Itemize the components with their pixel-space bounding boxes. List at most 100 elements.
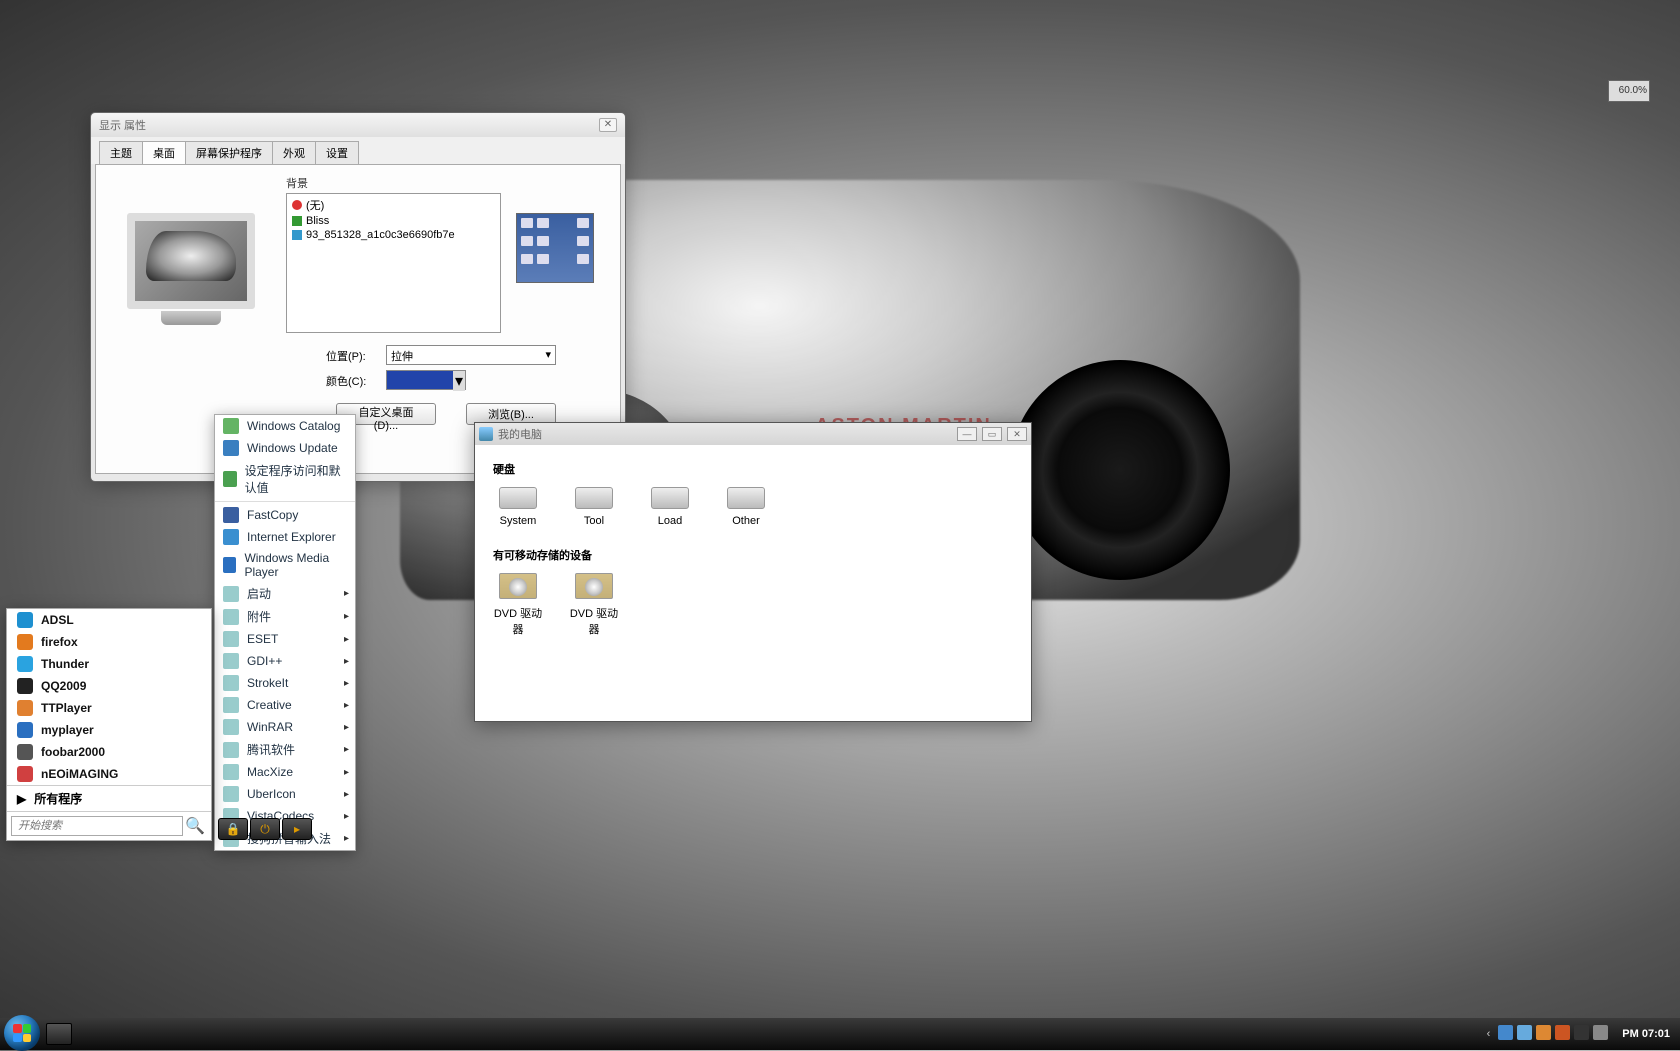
menu-Creative[interactable]: Creative <box>215 694 355 716</box>
folder-icon <box>223 471 237 487</box>
menu-UberIcon[interactable]: UberIcon <box>215 783 355 805</box>
dialog-title: 显示 属性 <box>99 117 146 133</box>
app-icon <box>17 744 33 760</box>
app-icon <box>17 634 33 650</box>
menu-Windows Catalog[interactable]: Windows Catalog <box>215 415 355 437</box>
folder-icon <box>223 631 239 647</box>
pinned-myplayer[interactable]: myplayer <box>7 719 211 741</box>
tray-icon-0[interactable] <box>1498 1025 1513 1040</box>
menu-附件[interactable]: 附件 <box>215 605 355 628</box>
tray-icon-3[interactable] <box>1555 1025 1570 1040</box>
color-label: 颜色(C): <box>326 373 366 389</box>
folder-icon <box>223 742 239 758</box>
folder-icon <box>223 507 239 523</box>
folder-icon <box>223 418 239 434</box>
dvd-drive-1[interactable]: DVD 驱动器 <box>493 573 543 637</box>
close-button[interactable]: ✕ <box>599 118 617 132</box>
quicklaunch-show-desktop[interactable] <box>46 1023 72 1045</box>
window-titlebar[interactable]: 我的电脑 — ▭ ✕ <box>475 423 1031 445</box>
app-icon <box>17 656 33 672</box>
start-search: 🔍 <box>7 811 211 840</box>
dvd-drive-2[interactable]: DVD 驱动器 <box>569 573 619 637</box>
tray-expand-icon[interactable]: ‹ <box>1487 1028 1491 1040</box>
tab-appearance[interactable]: 外观 <box>272 141 316 164</box>
dialog-titlebar[interactable]: 显示 属性 ✕ <box>91 113 625 137</box>
app-icon <box>17 722 33 738</box>
folder-icon <box>223 557 236 573</box>
monitor-preview <box>116 213 266 333</box>
wallpaper-list[interactable]: (无) Bliss 93_851328_a1c0c3e6690fb7e <box>286 193 501 333</box>
my-computer-window: 我的电脑 — ▭ ✕ 硬盘 System Tool Load Other 有可移… <box>474 422 1032 722</box>
all-programs[interactable]: ▶ 所有程序 <box>7 785 211 811</box>
menu-设定程序访问和默认值[interactable]: 设定程序访问和默认值 <box>215 459 355 499</box>
menu-Internet Explorer[interactable]: Internet Explorer <box>215 526 355 548</box>
pinned-thunder[interactable]: Thunder <box>7 653 211 675</box>
hard-drives: System Tool Load Other <box>493 487 1013 527</box>
menu-FastCopy[interactable]: FastCopy <box>215 504 355 526</box>
folder-icon <box>223 586 239 602</box>
removable-header: 有可移动存储的设备 <box>493 547 1013 563</box>
shutdown-options[interactable]: ▸ <box>282 818 312 840</box>
drive-load[interactable]: Load <box>645 487 695 527</box>
tab-theme[interactable]: 主题 <box>99 141 143 164</box>
start-button[interactable] <box>4 1015 40 1051</box>
tray-icon-5[interactable] <box>1593 1025 1608 1040</box>
folder-icon <box>223 529 239 545</box>
wallpaper-item-none: (无) <box>289 196 498 214</box>
menu-StrokeIt[interactable]: StrokeIt <box>215 672 355 694</box>
taskbar-clock[interactable]: PM 07:01 <box>1622 1028 1670 1040</box>
power-buttons: 🔒 ⏻ ▸ <box>218 818 312 840</box>
pinned-foobar2000[interactable]: foobar2000 <box>7 741 211 763</box>
battery-widget: 60.0% <box>1608 80 1650 102</box>
drive-system[interactable]: System <box>493 487 543 527</box>
programs-submenu: Windows CatalogWindows Update设定程序访问和默认值 F… <box>214 414 356 851</box>
menu-WinRAR[interactable]: WinRAR <box>215 716 355 738</box>
minimize-button[interactable]: — <box>957 427 977 441</box>
tab-settings[interactable]: 设置 <box>315 141 359 164</box>
menu-Windows Update[interactable]: Windows Update <box>215 437 355 459</box>
position-select[interactable]: 拉伸▾ <box>386 345 556 365</box>
pinned-firefox[interactable]: firefox <box>7 631 211 653</box>
taskbar: ‹ PM 07:01 <box>0 1018 1680 1050</box>
tab-screensaver[interactable]: 屏幕保护程序 <box>185 141 273 164</box>
none-icon <box>292 200 302 210</box>
image-icon <box>292 230 302 240</box>
folder-icon <box>223 440 239 456</box>
power-button[interactable]: ⏻ <box>250 818 280 840</box>
app-icon <box>17 766 33 782</box>
menu-GDI++[interactable]: GDI++ <box>215 650 355 672</box>
pinned-qq2009[interactable]: QQ2009 <box>7 675 211 697</box>
tab-desktop[interactable]: 桌面 <box>142 141 186 164</box>
app-icon <box>17 678 33 694</box>
folder-icon <box>223 653 239 669</box>
system-tray: ‹ PM 07:01 <box>1487 1025 1680 1043</box>
menu-ESET[interactable]: ESET <box>215 628 355 650</box>
arrow-right-icon: ▶ <box>17 792 26 806</box>
background-label: 背景 <box>286 175 308 191</box>
lock-button[interactable]: 🔒 <box>218 818 248 840</box>
drive-tool[interactable]: Tool <box>569 487 619 527</box>
pinned-adsl[interactable]: ADSL <box>7 609 211 631</box>
menu-腾讯软件[interactable]: 腾讯软件 <box>215 738 355 761</box>
maximize-button[interactable]: ▭ <box>982 427 1002 441</box>
menu-Windows Media Player[interactable]: Windows Media Player <box>215 548 355 582</box>
color-select[interactable]: ▾ <box>386 370 466 390</box>
menu-启动[interactable]: 启动 <box>215 582 355 605</box>
desktop-icons-preview <box>516 213 594 283</box>
tray-icon-1[interactable] <box>1517 1025 1532 1040</box>
drive-other[interactable]: Other <box>721 487 771 527</box>
app-icon <box>17 700 33 716</box>
start-menu: ADSLfirefoxThunderQQ2009TTPlayermyplayer… <box>6 608 212 841</box>
hard-disk-header: 硬盘 <box>493 461 1013 477</box>
search-icon[interactable]: 🔍 <box>183 816 207 836</box>
tray-icon-4[interactable] <box>1574 1025 1589 1040</box>
pinned-neoimaging[interactable]: nEOiMAGING <box>7 763 211 785</box>
window-body: 硬盘 System Tool Load Other 有可移动存储的设备 DVD … <box>475 445 1031 667</box>
pinned-ttplayer[interactable]: TTPlayer <box>7 697 211 719</box>
search-input[interactable] <box>11 816 183 836</box>
close-button[interactable]: ✕ <box>1007 427 1027 441</box>
menu-MacXize[interactable]: MacXize <box>215 761 355 783</box>
tray-icon-2[interactable] <box>1536 1025 1551 1040</box>
tab-strip: 主题 桌面 屏幕保护程序 外观 设置 <box>91 137 625 164</box>
removable-drives: DVD 驱动器 DVD 驱动器 <box>493 573 1013 637</box>
